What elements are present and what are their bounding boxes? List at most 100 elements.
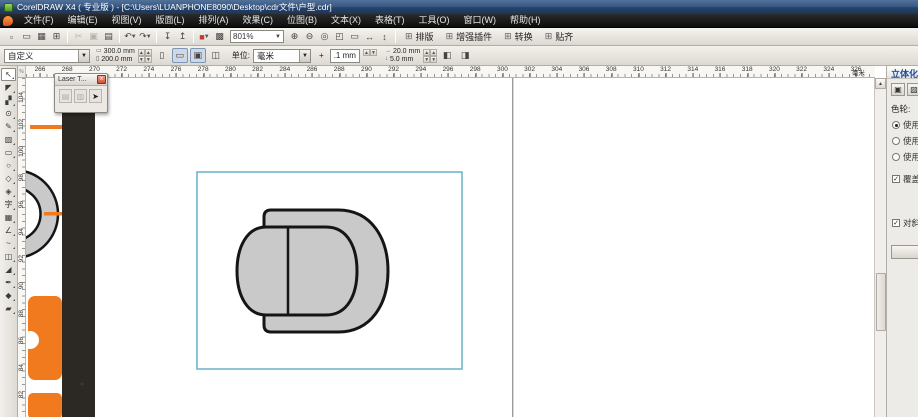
zoom-level-combo[interactable]: 801%▼ [230, 30, 284, 43]
close-icon[interactable]: x [97, 75, 106, 84]
zoom-page-button[interactable]: ▭ [347, 29, 362, 44]
new-document-button[interactable]: ▫ [4, 29, 19, 44]
vertical-scrollbar[interactable]: ▲ [874, 78, 886, 417]
menu-item-11[interactable]: 窗口(W) [457, 14, 504, 27]
all-pages-button[interactable]: ▣ [190, 48, 206, 63]
apply-button[interactable]: 应用 [891, 245, 918, 259]
zoom-height-button[interactable]: ↕ [377, 29, 392, 44]
menu-item-1[interactable]: 文件(F) [17, 14, 61, 27]
plugin-layout-button[interactable]: ⊞排版 [399, 29, 440, 44]
outline-pen-tool[interactable]: ✒ [1, 276, 16, 289]
treat-as-filled-button[interactable]: ◨ [457, 48, 473, 63]
table-tool[interactable]: ▦ [1, 211, 16, 224]
fill-tool[interactable]: ◆ [1, 289, 16, 302]
open-button[interactable]: ▭ [19, 29, 34, 44]
page-width-field[interactable]: 300.0 mm [104, 48, 135, 55]
units-combo[interactable]: 毫米 ▼ [253, 49, 311, 63]
checkbox-icon[interactable]: ✓ [892, 175, 900, 183]
radio-icon[interactable] [892, 121, 900, 129]
polygon-tool[interactable]: ◇ [1, 172, 16, 185]
orange-cabinet-shape-2[interactable] [28, 393, 62, 417]
docker-radio-2[interactable]: 使用纯色 [887, 133, 918, 149]
pick-tool[interactable]: ↖ [1, 68, 16, 81]
basic-shapes-tool[interactable]: ◈ [1, 185, 16, 198]
extrude-camera-button[interactable]: ▣ [891, 83, 905, 96]
extrude-color-button[interactable]: ▨ [907, 83, 918, 96]
docker-radio-3[interactable]: 使用递减的颜色 [887, 149, 918, 165]
radio-icon[interactable] [892, 137, 900, 145]
zoom-out-button[interactable]: ⊖ [302, 29, 317, 44]
freehand-tool[interactable]: ✎ [1, 120, 16, 133]
duplicate-stepper[interactable]: ▲▲▼▼ [423, 49, 437, 63]
redo-button[interactable]: ↷▼ [138, 29, 153, 44]
menu-item-7[interactable]: 位图(B) [280, 14, 324, 27]
nudge-stepper[interactable]: ▲▼ [363, 49, 377, 63]
chevron-down-icon[interactable]: ▼ [78, 50, 89, 62]
nudge-field[interactable]: .1 mm [330, 49, 360, 63]
rectangle-tool[interactable]: ▭ [1, 146, 16, 159]
orange-line-shape[interactable] [30, 125, 62, 129]
application-launcher-button[interactable]: ■▼ [197, 29, 212, 44]
laser-doc-button[interactable]: ▤ [59, 89, 72, 103]
plugin-snap-button[interactable]: ⊞贴齐 [539, 29, 580, 44]
menu-item-8[interactable]: 文本(X) [324, 14, 368, 27]
docker-radio-1[interactable]: 使用对象填充 [887, 117, 918, 133]
zoom-width-button[interactable]: ↔ [362, 29, 377, 44]
scroll-up-icon[interactable]: ▲ [875, 78, 886, 89]
page-size-stepper[interactable]: ▲▲▼▼ [138, 49, 152, 63]
connector-tool[interactable]: ~ [1, 237, 16, 250]
vertical-ruler[interactable]: 104102100989694929088868482 [18, 78, 26, 417]
interactive-fill-tool[interactable]: ▰ [1, 302, 16, 315]
horizontal-ruler[interactable]: 2662682702722742762782802822842862882902… [26, 66, 875, 78]
chevron-down-icon[interactable]: ▼ [131, 34, 137, 40]
current-page-button[interactable]: ◫ [208, 48, 224, 63]
docker-checkbox-1[interactable]: ✓覆盖式填充 [887, 171, 918, 187]
menu-item-5[interactable]: 排列(A) [192, 14, 236, 27]
drawing-canvas[interactable] [26, 78, 875, 417]
paste-button[interactable]: ▤ [101, 29, 116, 44]
menu-item-2[interactable]: 编辑(E) [61, 14, 105, 27]
shape-tool[interactable]: ◤ [1, 81, 16, 94]
laser-shape-button[interactable]: ▥ [74, 89, 87, 103]
ellipse-tool[interactable]: ○ [1, 159, 16, 172]
crop-tool[interactable]: ▞ [1, 94, 16, 107]
plugin-convert-button[interactable]: ⊞转换 [498, 29, 539, 44]
chevron-down-icon[interactable]: ▼ [146, 34, 152, 40]
save-button[interactable]: ▦ [34, 29, 49, 44]
landscape-button[interactable]: ▭ [172, 48, 188, 63]
smart-fill-tool[interactable]: ▨ [1, 133, 16, 146]
import-button[interactable]: ↧ [160, 29, 175, 44]
dimension-tool[interactable]: ∠ [1, 224, 16, 237]
menu-item-9[interactable]: 表格(T) [368, 14, 412, 27]
page-preset-combo[interactable]: 自定义 ▼ [4, 49, 90, 63]
chevron-down-icon[interactable]: ▼ [299, 50, 310, 62]
laser-toolbar-titlebar[interactable]: Laser T... x [55, 74, 107, 86]
laser-toolbar[interactable]: Laser T... x ▤▥➤ [54, 73, 108, 113]
text-tool[interactable]: 字 [1, 198, 16, 211]
duplicate-y-field[interactable]: 5.0 mm [390, 56, 413, 63]
zoom-in-button[interactable]: ⊕ [287, 29, 302, 44]
laser-pointer-button[interactable]: ➤ [89, 89, 102, 103]
orange-tick-shape[interactable] [44, 212, 62, 216]
scrollbar-thumb[interactable] [876, 273, 886, 331]
welcome-screen-button[interactable]: ▩ [212, 29, 227, 44]
export-button[interactable]: ↥ [175, 29, 190, 44]
portrait-button[interactable]: ▯ [154, 48, 170, 63]
menu-item-3[interactable]: 视图(V) [105, 14, 149, 27]
radio-icon[interactable] [892, 153, 900, 161]
wall-shape[interactable] [62, 78, 95, 417]
docker-checkbox-2[interactable]: ✓对斜角修饰边应用全色 [887, 215, 918, 231]
ruler-origin-box[interactable]: % [18, 66, 26, 78]
chevron-down-icon[interactable]: ▼ [275, 34, 281, 40]
menu-item-10[interactable]: 工具(O) [412, 14, 457, 27]
eyedropper-tool[interactable]: ◢ [1, 263, 16, 276]
blend-tool[interactable]: ◫ [1, 250, 16, 263]
sofa-symbol[interactable] [237, 210, 388, 332]
snap-options-button[interactable]: ◧ [439, 48, 455, 63]
sofa-seat-shape[interactable] [237, 227, 357, 315]
zoom-selected-button[interactable]: ◎ [317, 29, 332, 44]
menu-item-4[interactable]: 版面(L) [149, 14, 192, 27]
page-height-field[interactable]: 200.0 mm [101, 56, 132, 63]
zoom-tool[interactable]: ⊙ [1, 107, 16, 120]
menu-item-12[interactable]: 帮助(H) [503, 14, 548, 27]
